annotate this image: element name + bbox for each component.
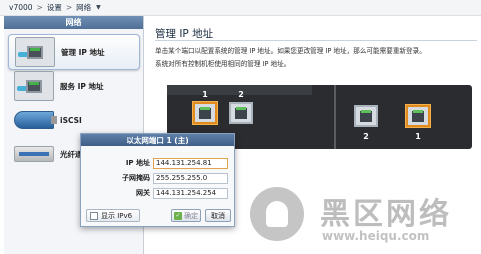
show-ipv6-label: 显示 IPv6 — [101, 211, 133, 220]
sidebar-item-service-ip[interactable]: 服务 IP 地址 — [8, 68, 140, 104]
ip-address-field[interactable] — [153, 157, 228, 169]
page-title: 管理 IP 地址 — [155, 28, 214, 40]
subnet-mask-row: 子网掩码 — [81, 172, 236, 184]
breadcrumb-network[interactable]: 网络 — [76, 2, 91, 13]
sidebar-header: 网络 — [4, 16, 143, 29]
breadcrumb-system[interactable]: v7000 — [9, 3, 33, 12]
ethernet-port-1-node1[interactable]: 1 — [192, 90, 218, 124]
port-number: 2 — [363, 132, 369, 141]
checkbox-icon[interactable] — [90, 211, 98, 220]
ok-button-label: 确定 — [184, 211, 198, 220]
watermark-logo-icon — [250, 187, 304, 241]
breadcrumb-separator: > — [36, 3, 43, 12]
watermark-url: www.heiqu.com — [322, 229, 430, 243]
ok-button[interactable]: ✓ 确定 — [171, 209, 201, 222]
gateway-field[interactable] — [153, 187, 228, 199]
description-text: 单击某个端口以配置系统的管理 IP 地址。如果您更改管理 IP 地址，那么可能需… — [155, 47, 426, 55]
checkmark-icon: ✓ — [174, 211, 182, 220]
dialog-title: 以太网端口 1 (主) — [81, 134, 234, 146]
ethernet-port-icon — [406, 105, 430, 127]
divider — [155, 40, 477, 41]
port-config-dialog: 以太网端口 1 (主) IP 地址 子网掩码 网关 显示 IPv6 ✓ 确定 取… — [80, 133, 235, 227]
ethernet-port-2-node2[interactable]: 2 — [353, 105, 379, 141]
breadcrumb-separator: > — [65, 3, 73, 12]
sidebar-item-label: 服务 IP 地址 — [60, 81, 104, 91]
subnet-mask-label: 子网掩码 — [122, 174, 150, 182]
ethernet-port-icon — [14, 71, 54, 101]
port-number: 1 — [202, 90, 208, 99]
iscsi-cable-icon — [14, 111, 57, 129]
sidebar-item-management-ip[interactable]: 管理 IP 地址 — [8, 34, 140, 70]
sidebar-item-label: 管理 IP 地址 — [61, 47, 105, 57]
cancel-button[interactable]: 取消 — [205, 209, 231, 222]
watermark: 黑区网络 www.heiqu.com — [248, 185, 481, 254]
ip-address-row: IP 地址 — [81, 157, 236, 169]
gateway-row: 网关 — [81, 187, 236, 199]
ethernet-port-icon — [15, 37, 55, 67]
watermark-title: 黑区网络 — [320, 197, 452, 232]
breadcrumb: v7000 > 设置 > 网络 ▼ — [0, 0, 481, 16]
ethernet-port-icon — [229, 102, 253, 124]
fibre-channel-icon — [14, 146, 54, 162]
port-number: 2 — [238, 90, 244, 99]
breadcrumb-settings[interactable]: 设置 — [47, 2, 62, 13]
port-number: 1 — [415, 132, 421, 141]
ip-address-label: IP 地址 — [125, 159, 150, 167]
ethernet-port-icon — [354, 105, 378, 127]
show-ipv6-toggle[interactable]: 显示 IPv6 — [86, 209, 140, 222]
ethernet-port-2-node1[interactable]: 2 — [228, 90, 254, 124]
gateway-label: 网关 — [136, 189, 150, 197]
ethernet-port-1-node2[interactable]: 1 — [405, 105, 431, 141]
subnet-mask-field[interactable] — [153, 172, 228, 184]
chevron-down-icon[interactable]: ▼ — [96, 4, 101, 11]
ethernet-port-icon — [193, 102, 217, 124]
sidebar-item-label: iSCSI — [60, 115, 82, 125]
description-text: 系统对所有控制机柜使用相同的管理 IP 地址。 — [155, 60, 291, 68]
